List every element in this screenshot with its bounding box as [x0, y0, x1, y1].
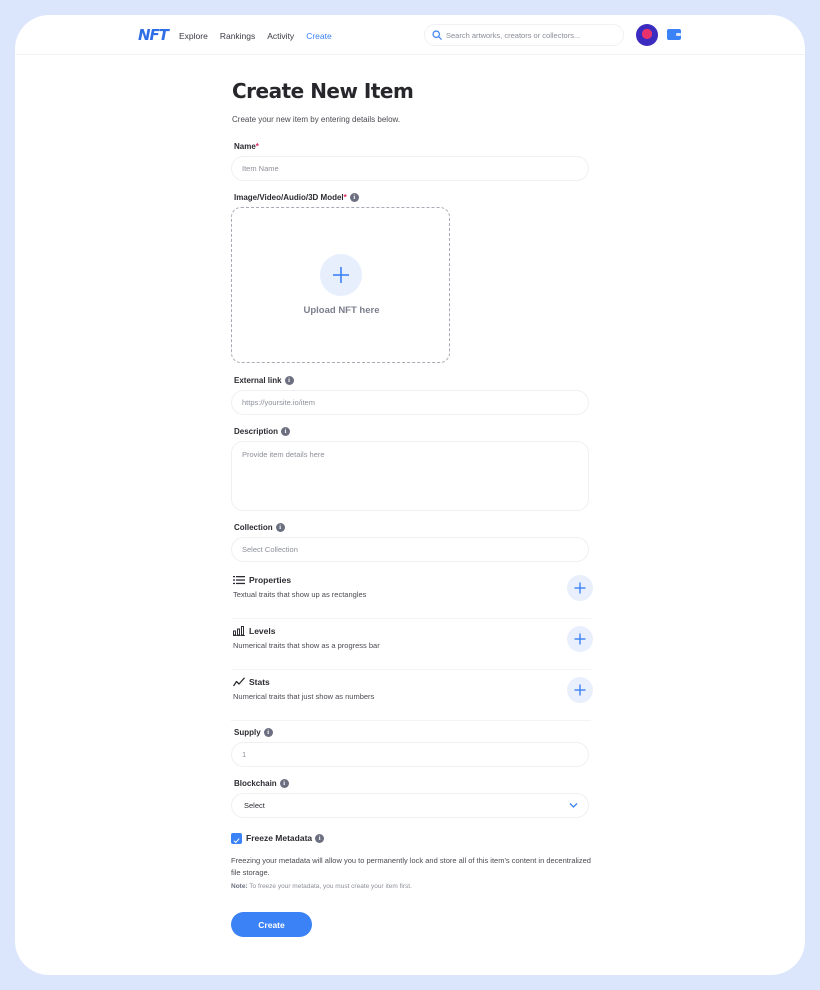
media-label: Image/Video/Audio/3D Model * i	[234, 193, 359, 202]
name-label-text: Name	[234, 142, 256, 151]
nav-explore[interactable]: Explore	[179, 31, 208, 41]
collection-select[interactable]: Select Collection	[231, 537, 589, 562]
freeze-label-text: Freeze Metadata	[246, 833, 313, 843]
external-link-input[interactable]: https://yoursite.io/item	[231, 390, 589, 415]
freeze-metadata-checkbox[interactable]	[231, 833, 242, 844]
note-text: To freeze your metadata, you must create…	[247, 883, 412, 890]
nav-activity[interactable]: Activity	[267, 31, 294, 41]
checkmark-icon	[233, 838, 240, 844]
page-subtitle: Create your new item by entering details…	[232, 115, 401, 124]
bar-chart-icon	[233, 626, 245, 636]
description-label-text: Description	[234, 427, 279, 436]
main-nav: Explore Rankings Activity Create	[179, 31, 344, 41]
trait-levels: Levels Numerical traits that show as a p…	[231, 626, 593, 670]
upload-text: Upload NFT here	[303, 305, 380, 316]
required-marker: *	[255, 142, 259, 151]
collection-label: Collection i	[234, 523, 285, 532]
trait-description: Numerical traits that just show as numbe…	[233, 692, 375, 701]
blockchain-label: Blockchain i	[234, 779, 289, 788]
top-navbar: NFT Explore Rankings Activity Create Sea…	[15, 15, 805, 55]
upload-dropzone[interactable]: Upload NFT here	[231, 207, 450, 363]
search-input[interactable]: Search artworks, creators or collectors.…	[424, 24, 624, 46]
supply-label: Supply i	[234, 728, 273, 737]
app-frame: NFT Explore Rankings Activity Create Sea…	[15, 15, 805, 975]
user-avatar[interactable]	[636, 24, 658, 46]
trait-title: Properties	[233, 575, 291, 585]
nft-logo[interactable]: NFT	[138, 26, 169, 44]
trait-description: Numerical traits that show as a progress…	[233, 641, 380, 650]
freeze-note: Note: To freeze your metadata, you must …	[231, 883, 412, 890]
plus-icon	[333, 267, 349, 283]
trait-description: Textual traits that show up as rectangle…	[233, 590, 367, 599]
freeze-description: Freezing your metadata will allow you to…	[231, 856, 591, 877]
trait-title: Levels	[233, 626, 275, 636]
trait-stats: Stats Numerical traits that just show as…	[231, 677, 593, 721]
search-icon	[432, 30, 442, 40]
trait-title-text: Levels	[249, 626, 276, 636]
description-label: Description i	[234, 427, 291, 436]
chevron-down-icon	[569, 803, 578, 808]
add-properties-button[interactable]	[567, 575, 593, 601]
blockchain-label-text: Blockchain	[234, 779, 277, 788]
collection-label-text: Collection	[234, 523, 273, 532]
add-stats-button[interactable]	[567, 677, 593, 703]
page-title: Create New Item	[232, 79, 414, 103]
trend-line-icon	[233, 677, 245, 687]
info-icon[interactable]: i	[284, 376, 294, 385]
blockchain-select-value: Select	[244, 801, 265, 810]
upload-plus-button[interactable]	[320, 254, 362, 296]
required-marker: *	[343, 193, 347, 202]
media-label-text: Image/Video/Audio/3D Model	[234, 193, 344, 202]
trait-properties: Properties Textual traits that show up a…	[231, 575, 593, 619]
nav-rankings[interactable]: Rankings	[220, 31, 255, 41]
wallet-icon[interactable]	[667, 29, 681, 40]
blockchain-select[interactable]: Select	[231, 793, 589, 818]
info-icon[interactable]: i	[275, 523, 285, 532]
plus-icon	[574, 684, 586, 696]
add-levels-button[interactable]	[567, 626, 593, 652]
freeze-metadata-label: Freeze Metadata i	[246, 833, 325, 843]
search-placeholder: Search artworks, creators or collectors.…	[446, 30, 581, 40]
trait-title-text: Stats	[249, 677, 270, 687]
list-icon	[233, 576, 245, 585]
name-input[interactable]: Item Name	[231, 156, 589, 181]
name-label: Name *	[234, 142, 259, 151]
note-label: Note:	[231, 883, 248, 890]
trait-title-text: Properties	[249, 575, 292, 585]
supply-label-text: Supply	[234, 728, 261, 737]
external-link-label: External link i	[234, 376, 294, 385]
info-icon[interactable]: i	[281, 427, 291, 436]
info-icon[interactable]: i	[315, 833, 325, 843]
supply-input[interactable]: 1	[231, 742, 589, 767]
create-button[interactable]: Create	[231, 912, 312, 937]
nav-create[interactable]: Create	[306, 31, 332, 41]
plus-icon	[574, 633, 586, 645]
plus-icon	[574, 582, 586, 594]
description-textarea[interactable]: Provide item details here	[231, 441, 589, 511]
info-icon[interactable]: i	[279, 779, 289, 788]
trait-title: Stats	[233, 677, 270, 687]
external-link-label-text: External link	[234, 376, 282, 385]
info-icon[interactable]: i	[263, 728, 273, 737]
info-icon[interactable]: i	[349, 193, 359, 202]
